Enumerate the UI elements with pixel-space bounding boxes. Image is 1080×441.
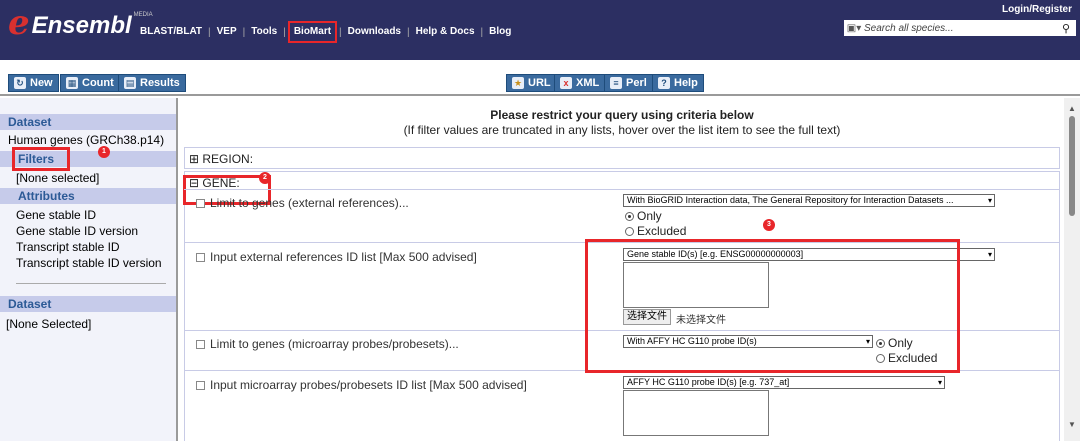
nav-blast-blat[interactable]: BLAST/BLAT xyxy=(134,25,208,39)
row-divider xyxy=(184,189,1060,190)
nav-vep[interactable]: VEP xyxy=(211,25,243,39)
main-scrollbar[interactable]: ▲ ▼ xyxy=(1064,98,1080,441)
sidebar-attributes-header[interactable]: Attributes xyxy=(0,188,176,204)
star-icon: ★ xyxy=(512,77,524,89)
limit-external-checkbox[interactable] xyxy=(196,199,205,209)
logo-e-mark: e xyxy=(8,3,30,43)
search-input[interactable]: Search all species... xyxy=(864,23,1062,34)
chevron-down-icon: ▾ xyxy=(987,196,992,205)
sidebar-attribute-item[interactable]: Transcript stable ID version xyxy=(16,256,162,270)
scroll-up-icon[interactable]: ▲ xyxy=(1068,104,1076,113)
site-header: e Ensembl MEDIA BLAST/BLAT | VEP | Tools… xyxy=(0,0,1080,60)
only-radio[interactable] xyxy=(625,212,634,222)
perl-button[interactable]: ≡ Perl xyxy=(604,74,653,92)
sidebar-dataset2-value[interactable]: [None Selected] xyxy=(6,317,91,331)
annotation-badge-2: 2 xyxy=(259,172,271,184)
input-microarray-checkbox[interactable] xyxy=(196,381,205,391)
limit-external-select[interactable]: With BioGRID Interaction data, The Gener… xyxy=(623,194,995,207)
sidebar-filters-value[interactable]: [None selected] xyxy=(16,171,99,185)
refresh-icon: ↻ xyxy=(14,77,26,89)
limit-external-select-value: With BioGRID Interaction data, The Gener… xyxy=(627,195,954,205)
new-button[interactable]: ↻ New xyxy=(8,74,59,92)
search-icon[interactable]: ⚲ xyxy=(1062,22,1076,35)
limit-microarray-filter[interactable]: Limit to genes (microarray probes/probes… xyxy=(196,337,459,351)
chevron-down-icon: ▾ xyxy=(987,250,992,259)
annotation-badge-1: 1 xyxy=(98,146,110,158)
input-highlight-box xyxy=(585,239,960,373)
sidebar-attribute-item[interactable]: Transcript stable ID xyxy=(16,240,120,254)
annotation-badge-3: 3 xyxy=(763,219,775,231)
input-microarray-select[interactable]: AFFY HC G110 probe ID(s) [e.g. 737_at] ▾ xyxy=(623,376,945,389)
sidebar-attribute-item[interactable]: Gene stable ID xyxy=(16,208,96,222)
region-section: ⊞ REGION: xyxy=(184,147,1060,169)
species-search[interactable]: ▣▾ Search all species... ⚲ xyxy=(844,20,1076,36)
only-label: Only xyxy=(637,209,662,223)
query-sidebar: Dataset Human genes (GRCh38.p14) Filters… xyxy=(0,98,178,441)
xml-button-label: XML xyxy=(576,77,600,89)
limit-external-filter[interactable]: Limit to genes (external references)... xyxy=(196,196,409,210)
biomart-app: e Ensembl MEDIA BLAST/BLAT | VEP | Tools… xyxy=(0,0,1080,441)
input-external-label: Input external references ID list [Max 5… xyxy=(210,250,477,264)
count-button[interactable]: ▦ Count xyxy=(60,74,120,92)
sidebar-divider xyxy=(16,283,166,284)
biomart-toolbar: ↻ New ▦ Count ▤ Results ★ URL x XML ≡ Pe… xyxy=(0,60,1080,96)
input-microarray-label: Input microarray probes/probesets ID lis… xyxy=(210,378,527,392)
attributes-label: Attributes xyxy=(18,189,75,203)
xml-icon: x xyxy=(560,77,572,89)
nav-help-docs[interactable]: Help & Docs xyxy=(410,25,481,39)
new-button-label: New xyxy=(30,77,53,89)
help-icon: ? xyxy=(658,77,670,89)
login-register-link[interactable]: Login/Register xyxy=(1002,4,1072,15)
url-button-label: URL xyxy=(528,77,551,89)
script-icon: ≡ xyxy=(610,77,622,89)
scroll-thumb[interactable] xyxy=(1069,116,1075,216)
xml-button[interactable]: x XML xyxy=(554,74,606,92)
logo-superscript: MEDIA xyxy=(133,12,153,18)
sidebar-dataset2-header[interactable]: Dataset xyxy=(0,296,176,312)
limit-microarray-label: Limit to genes (microarray probes/probes… xyxy=(210,337,459,351)
filters-panel: Please restrict your query using criteri… xyxy=(180,98,1064,441)
species-dropdown-icon[interactable]: ▣▾ xyxy=(844,23,864,34)
input-external-filter[interactable]: Input external references ID list [Max 5… xyxy=(196,250,477,264)
limit-external-only-option[interactable]: Only xyxy=(625,209,662,223)
excluded-label: Excluded xyxy=(637,224,687,238)
table-icon: ▤ xyxy=(124,77,136,89)
perl-button-label: Perl xyxy=(626,77,647,89)
page-title: Please restrict your query using criteri… xyxy=(490,108,754,122)
limit-external-excluded-option[interactable]: Excluded xyxy=(625,224,686,238)
logo-wordmark: Ensembl xyxy=(31,12,132,39)
nav-downloads[interactable]: Downloads xyxy=(342,25,407,39)
page-subtitle: (If filter values are truncated in any l… xyxy=(403,123,841,137)
sidebar-dataset-header[interactable]: Dataset xyxy=(0,114,176,130)
help-button-label: Help xyxy=(674,77,698,89)
results-button[interactable]: ▤ Results xyxy=(118,74,186,92)
input-microarray-select-value: AFFY HC G110 probe ID(s) [e.g. 737_at] xyxy=(627,377,790,387)
chevron-down-icon: ▾ xyxy=(937,378,942,387)
filters-highlight-box xyxy=(12,147,70,171)
results-button-label: Results xyxy=(140,77,180,89)
nav-tools[interactable]: Tools xyxy=(245,25,283,39)
input-microarray-filter[interactable]: Input microarray probes/probesets ID lis… xyxy=(196,378,527,392)
url-button[interactable]: ★ URL xyxy=(506,74,557,92)
count-button-label: Count xyxy=(82,77,114,89)
region-toggle[interactable]: ⊞ REGION: xyxy=(189,152,253,166)
microarray-id-textarea[interactable] xyxy=(623,390,769,436)
sidebar-dataset-value[interactable]: Human genes (GRCh38.p14) xyxy=(8,133,164,147)
excluded-radio[interactable] xyxy=(625,227,634,237)
scroll-down-icon[interactable]: ▼ xyxy=(1068,420,1076,429)
nav-separator: | xyxy=(283,26,286,38)
main-nav: BLAST/BLAT | VEP | Tools | BioMart | Dow… xyxy=(134,21,517,43)
limit-microarray-checkbox[interactable] xyxy=(196,340,205,350)
ensembl-logo[interactable]: e Ensembl MEDIA xyxy=(8,3,153,43)
calculator-icon: ▦ xyxy=(66,77,78,89)
nav-biomart[interactable]: BioMart xyxy=(287,21,338,43)
sidebar-attribute-item[interactable]: Gene stable ID version xyxy=(16,224,138,238)
nav-blog[interactable]: Blog xyxy=(483,25,517,39)
input-external-checkbox[interactable] xyxy=(196,253,205,263)
help-button[interactable]: ? Help xyxy=(652,74,704,92)
limit-external-label: Limit to genes (external references)... xyxy=(210,196,409,210)
